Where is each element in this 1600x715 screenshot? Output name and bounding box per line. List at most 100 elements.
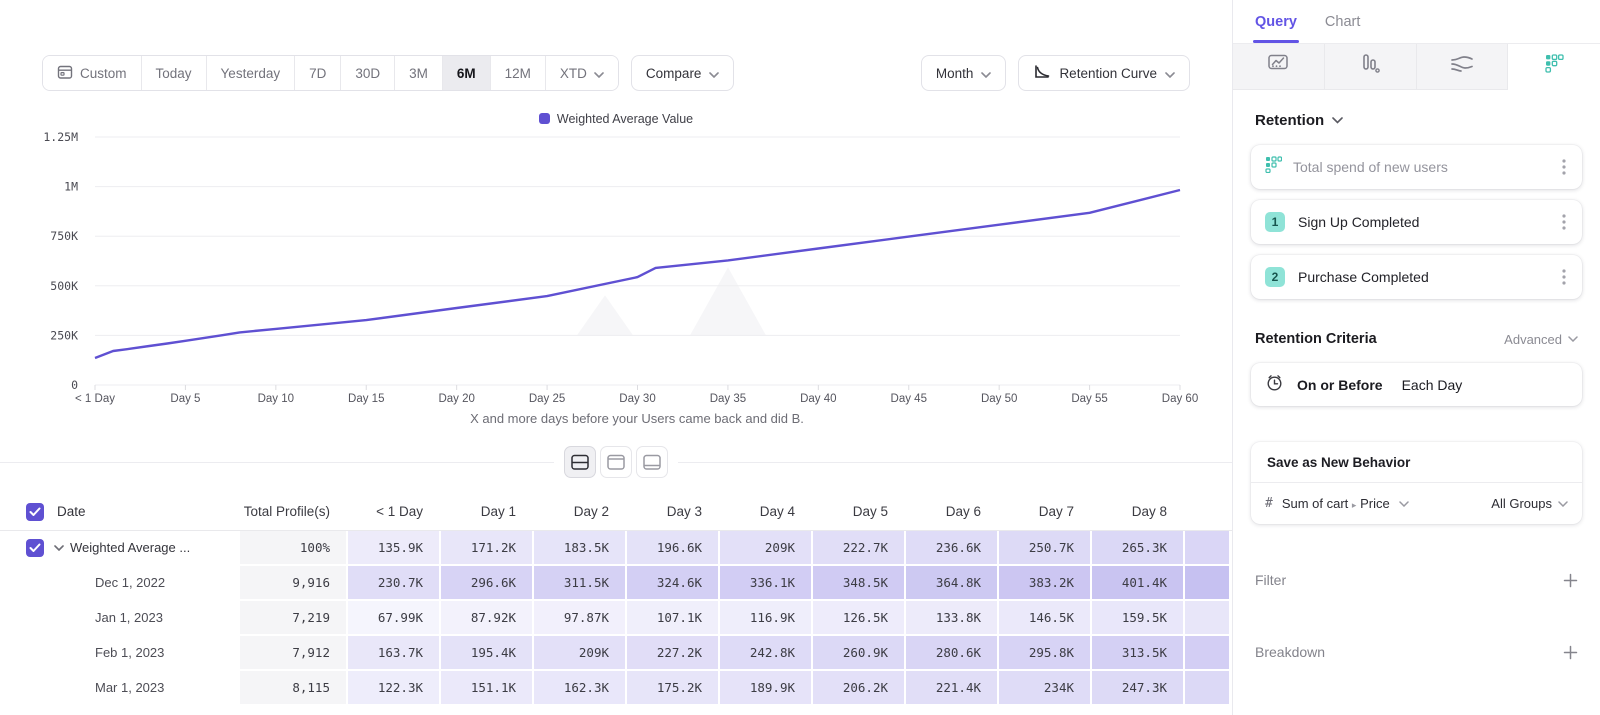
retention-value-cell: 135.9K (348, 531, 439, 564)
all-groups-dropdown[interactable]: All Groups (1491, 496, 1568, 511)
retention-value-cell: 195.4K (441, 636, 532, 669)
date-range-custom[interactable]: Custom (43, 56, 142, 90)
column-header: Day 8 (1092, 493, 1183, 531)
date-range-label: Custom (80, 66, 127, 81)
date-range-7d[interactable]: 7D (295, 56, 341, 90)
compare-button[interactable]: Compare (631, 55, 735, 91)
column-header: Day 5 (813, 493, 904, 531)
retention-value-cell: 364.8K (906, 566, 997, 599)
date-range-yesterday[interactable]: Yesterday (207, 56, 296, 90)
chevron-down-icon (1332, 117, 1343, 124)
date-range-today[interactable]: Today (142, 56, 207, 90)
retention-value-cell-partial (1185, 531, 1229, 564)
analysis-tab-insights-line-chart[interactable] (1233, 44, 1325, 90)
plus-icon[interactable] (1563, 645, 1578, 660)
flows-icon (1450, 55, 1474, 78)
table-header-row: DateTotal Profile(s)< 1 DayDay 1Day 2Day… (0, 493, 1232, 531)
x-axis-tick-label: Day 25 (529, 393, 565, 405)
number-property-icon: # (1265, 496, 1273, 511)
column-header: Day 4 (720, 493, 811, 531)
date-range-6m[interactable]: 6M (443, 56, 491, 90)
row-label: Dec 1, 2022 (95, 575, 165, 590)
table-row: Weighted Average ...100%135.9K171.2K183.… (0, 531, 1232, 564)
retention-curve-chart: 1.25M1M750K500K250K0< 1 DayDay 5Day 10Da… (0, 130, 1232, 408)
chart-legend: Weighted Average Value (0, 112, 1232, 126)
behavior-card[interactable]: Total spend of new users (1251, 145, 1582, 189)
criteria-mode-dropdown[interactable]: Advanced (1504, 332, 1578, 347)
date-range-12m[interactable]: 12M (491, 56, 546, 90)
sidebar-tab-chart[interactable]: Chart (1325, 0, 1360, 43)
row-expand-chevron-icon[interactable] (54, 545, 64, 551)
retention-value-cell: 175.2K (627, 671, 718, 704)
retention-section-dropdown[interactable]: Retention (1255, 112, 1578, 129)
row-checkbox[interactable] (26, 539, 44, 557)
kebab-menu-icon[interactable] (1560, 157, 1568, 177)
step-event-label: Purchase Completed (1298, 269, 1547, 285)
sidebar-tab-query[interactable]: Query (1255, 0, 1297, 43)
filter-row[interactable]: Filter (1255, 572, 1578, 588)
date-range-label: 6M (457, 66, 476, 81)
analysis-tab-flows[interactable] (1417, 44, 1509, 90)
y-axis-tick-label: 250K (50, 328, 78, 342)
kebab-menu-icon[interactable] (1560, 212, 1568, 232)
analysis-tab-retention-grid[interactable] (1508, 44, 1600, 90)
column-header-date: Date (57, 504, 86, 519)
retention-grid-icon (1545, 54, 1564, 80)
column-header: Day 1 (441, 493, 532, 531)
x-axis-tick-label: Day 40 (800, 393, 836, 405)
chart-view-button[interactable] (600, 446, 632, 478)
retention-value-cell: 401.4K (1092, 566, 1183, 599)
retention-value-cell: 122.3K (348, 671, 439, 704)
row-label: Jan 1, 2023 (95, 610, 163, 625)
query-sidebar: Query Chart Retention Total spend of new … (1232, 0, 1600, 715)
total-profiles-cell: 8,115 (240, 671, 346, 704)
split-view-button[interactable] (564, 446, 596, 478)
chevron-down-icon (709, 66, 719, 81)
x-axis-tick-label: Day 50 (981, 393, 1017, 405)
retention-value-cell-partial (1185, 671, 1229, 704)
date-range-xtd[interactable]: XTD (546, 56, 618, 90)
row-label: Mar 1, 2023 (95, 680, 164, 695)
retention-value-cell: 234K (999, 671, 1090, 704)
date-range-label: 7D (309, 66, 326, 81)
retention-value-cell: 227.2K (627, 636, 718, 669)
retention-value-cell: 324.6K (627, 566, 718, 599)
x-axis-tick-label: < 1 Day (75, 393, 115, 405)
granularity-button[interactable]: Month (921, 55, 1007, 91)
retention-value-cell: 230.7K (348, 566, 439, 599)
breakdown-row[interactable]: Breakdown (1255, 644, 1578, 660)
column-header: Total Profile(s) (240, 493, 346, 531)
date-range-label: 30D (355, 66, 380, 81)
table-row: Feb 1, 20237,912163.7K195.4K209K227.2K24… (0, 636, 1232, 669)
column-header: Day 2 (534, 493, 625, 531)
step-card-1[interactable]: 1 Sign Up Completed (1251, 200, 1582, 244)
retention-timing-card[interactable]: On or Before Each Day (1251, 363, 1582, 406)
sidebar-tabs: Query Chart (1233, 0, 1600, 44)
analysis-tab-bar-chart[interactable] (1325, 44, 1417, 90)
retention-value-cell: 206.2K (813, 671, 904, 704)
y-axis-tick-label: 1M (64, 180, 78, 194)
plus-icon[interactable] (1563, 573, 1578, 588)
chevron-down-icon (1568, 336, 1578, 342)
total-profiles-cell: 100% (240, 531, 346, 564)
watermark-triangle (577, 295, 633, 335)
retention-value-cell: 196.6K (627, 531, 718, 564)
x-axis-tick-label: Day 60 (1162, 393, 1198, 405)
total-profiles-cell: 9,916 (240, 566, 346, 599)
date-range-30d[interactable]: 30D (341, 56, 395, 90)
kebab-menu-icon[interactable] (1560, 267, 1568, 287)
table-view-button[interactable] (636, 446, 668, 478)
compare-label: Compare (646, 66, 702, 81)
chevron-down-icon (981, 66, 991, 81)
measure-dropdown[interactable]: # Sum of cart ▸ Price All Groups (1251, 483, 1582, 524)
retention-value-cell: 209K (534, 636, 625, 669)
date-range-3m[interactable]: 3M (395, 56, 443, 90)
select-all-checkbox[interactable] (26, 503, 44, 521)
chart-type-button[interactable]: Retention Curve (1018, 55, 1190, 91)
x-axis-tick-label: Day 15 (348, 393, 384, 405)
retention-value-cell: 236.6K (906, 531, 997, 564)
save-as-new-behavior-button[interactable]: Save as New Behavior (1251, 442, 1582, 483)
measure-label: Sum of cart ▸ Price (1282, 496, 1390, 511)
alarm-clock-icon (1265, 373, 1284, 397)
step-card-2[interactable]: 2 Purchase Completed (1251, 255, 1582, 299)
